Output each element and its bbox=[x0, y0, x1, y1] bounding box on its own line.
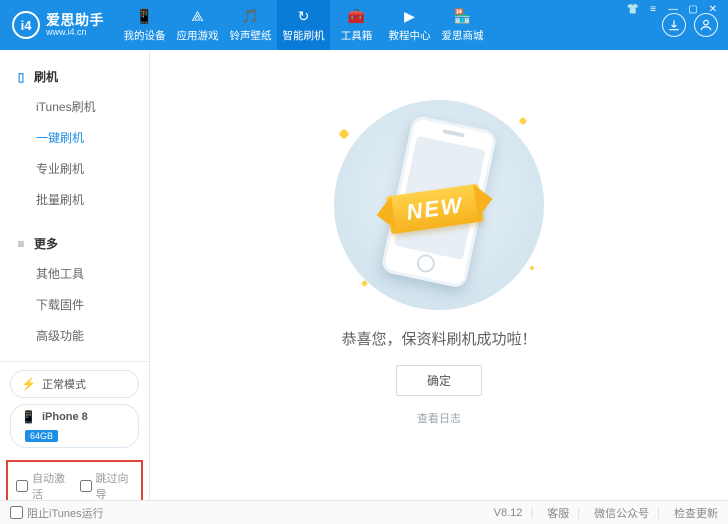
device-info-pill[interactable]: 📱 iPhone 8 64GB bbox=[10, 404, 139, 448]
nav-ringtones[interactable]: 🎵 铃声壁纸 bbox=[224, 0, 277, 50]
sidebar-section-more[interactable]: ≡ 更多 bbox=[0, 231, 149, 256]
nav-toolbox[interactable]: 🧰 工具箱 bbox=[330, 0, 383, 50]
menu-icon[interactable]: ≡ bbox=[646, 2, 660, 16]
play-icon: ▶ bbox=[401, 8, 419, 26]
logo-icon: i4 bbox=[12, 11, 40, 39]
phone-icon: 📱 bbox=[21, 410, 36, 424]
footer-support[interactable]: 客服 bbox=[547, 505, 569, 521]
nav-tutorials[interactable]: ▶ 教程中心 bbox=[383, 0, 436, 50]
app-name: 爱思助手 bbox=[46, 13, 104, 28]
store-icon: 🏪 bbox=[454, 8, 472, 26]
sidebar-section-flash[interactable]: ▯ 刷机 bbox=[0, 64, 149, 89]
maximize-button[interactable]: ▢ bbox=[686, 2, 700, 16]
minimize-button[interactable]: — bbox=[666, 2, 680, 16]
sidebar-item-pro-flash[interactable]: 专业刷机 bbox=[0, 153, 149, 184]
sidebar-item-download-fw[interactable]: 下载固件 bbox=[0, 289, 149, 320]
sidebar-item-batch-flash[interactable]: 批量刷机 bbox=[0, 184, 149, 215]
success-illustration: NEW bbox=[334, 100, 544, 310]
sidebar-item-other-tools[interactable]: 其他工具 bbox=[0, 258, 149, 289]
toolbox-icon: 🧰 bbox=[348, 8, 366, 26]
main-nav: 📱 我的设备 ⟁ 应用游戏 🎵 铃声壁纸 ↻ 智能刷机 🧰 工具箱 ▶ 教程中心… bbox=[118, 0, 489, 50]
sidebar-item-itunes-flash[interactable]: iTunes刷机 bbox=[0, 91, 149, 122]
apps-icon: ⟁ bbox=[189, 8, 207, 26]
nav-my-device[interactable]: 📱 我的设备 bbox=[118, 0, 171, 50]
sidebar-item-oneclick-flash[interactable]: 一键刷机 bbox=[0, 122, 149, 153]
download-button[interactable] bbox=[662, 13, 686, 37]
opt-auto-activate[interactable]: 自动激活 bbox=[16, 470, 70, 502]
success-text: 恭喜您，保资料刷机成功啦！ bbox=[341, 328, 536, 349]
skin-icon[interactable]: 👕 bbox=[626, 2, 640, 16]
nav-apps-games[interactable]: ⟁ 应用游戏 bbox=[171, 0, 224, 50]
block-itunes-checkbox[interactable] bbox=[10, 506, 23, 519]
block-itunes-option[interactable]: 阻止iTunes运行 bbox=[10, 505, 104, 521]
nav-flash[interactable]: ↻ 智能刷机 bbox=[277, 0, 330, 50]
app-logo: i4 爱思助手 www.i4.cn bbox=[12, 11, 104, 39]
sidebar: ▯ 刷机 iTunes刷机 一键刷机 专业刷机 批量刷机 ≡ 更多 其他工具 下… bbox=[0, 50, 150, 500]
account-button[interactable] bbox=[694, 13, 718, 37]
top-bar: i4 爱思助手 www.i4.cn 📱 我的设备 ⟁ 应用游戏 🎵 铃声壁纸 ↻… bbox=[0, 0, 728, 50]
music-icon: 🎵 bbox=[242, 8, 260, 26]
opt-skip-guide[interactable]: 跳过向导 bbox=[80, 470, 134, 502]
phone-outline-icon: ▯ bbox=[14, 70, 28, 84]
device-mode-pill[interactable]: ⚡ 正常模式 bbox=[10, 370, 139, 398]
content-area: NEW 恭喜您，保资料刷机成功啦！ 确定 查看日志 bbox=[150, 50, 728, 500]
mode-icon: ⚡ bbox=[21, 377, 36, 391]
sidebar-item-advanced[interactable]: 高级功能 bbox=[0, 320, 149, 351]
storage-badge: 64GB bbox=[25, 430, 58, 442]
ok-button[interactable]: 确定 bbox=[396, 365, 482, 396]
skip-guide-checkbox[interactable] bbox=[80, 480, 92, 492]
more-icon: ≡ bbox=[14, 237, 28, 251]
refresh-icon: ↻ bbox=[295, 8, 313, 26]
footer-wechat[interactable]: 微信公众号 bbox=[594, 505, 649, 521]
view-log-link[interactable]: 查看日志 bbox=[417, 410, 461, 426]
status-bar: 阻止iTunes运行 V8.12 | 客服 | 微信公众号 | 检查更新 bbox=[0, 500, 728, 524]
nav-store[interactable]: 🏪 爱思商城 bbox=[436, 0, 489, 50]
app-url: www.i4.cn bbox=[46, 28, 104, 37]
device-icon: 📱 bbox=[136, 8, 154, 26]
auto-activate-checkbox[interactable] bbox=[16, 480, 28, 492]
footer-update[interactable]: 检查更新 bbox=[674, 505, 718, 521]
close-button[interactable]: ✕ bbox=[706, 2, 720, 16]
version-label: V8.12 bbox=[494, 507, 523, 519]
